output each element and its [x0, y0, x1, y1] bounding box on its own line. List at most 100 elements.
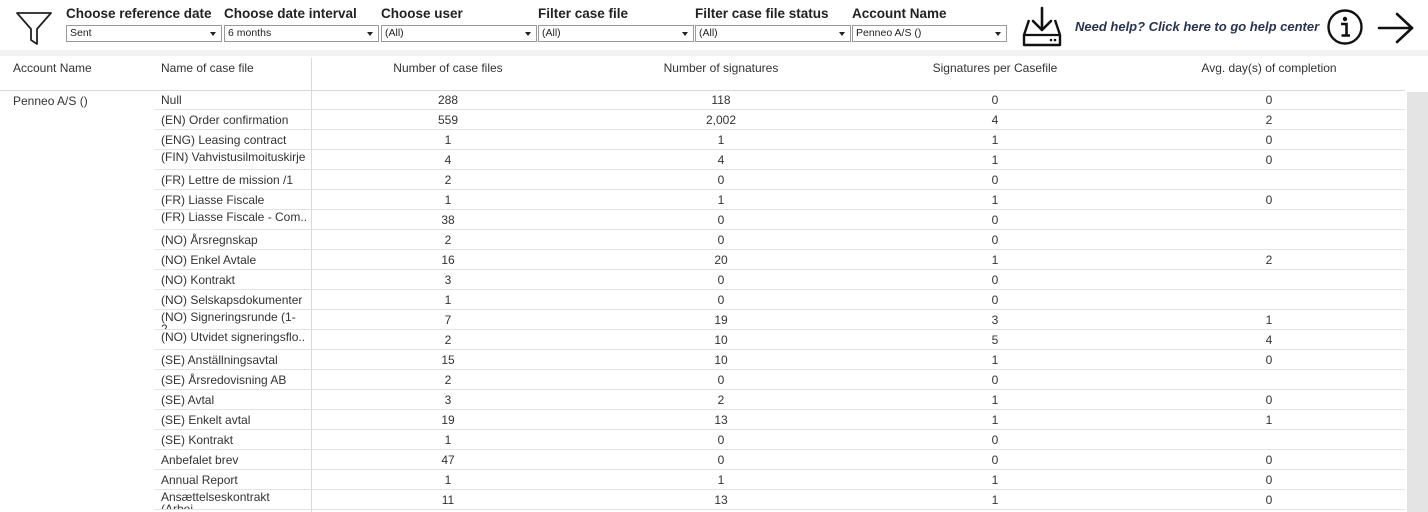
table-row[interactable]: (ENG) Leasing contract 1 1 1 0: [0, 130, 1405, 150]
signatures-per-casefile-cell: 1: [991, 193, 999, 207]
signatures-per-casefile-cell: 0: [991, 93, 999, 107]
signatures-count-cell: 10: [714, 333, 728, 347]
info-circle-icon[interactable]: [1326, 8, 1364, 46]
case-file-control: Filter case file (All): [538, 5, 694, 42]
avg-days-completion-cell: [1132, 210, 1406, 230]
arrow-right-icon[interactable]: [1376, 11, 1416, 45]
avg-days-completion-cell: 1: [1265, 413, 1273, 427]
chevron-down-icon: [682, 32, 688, 36]
case-file-label: Filter case file: [538, 6, 629, 21]
table-row[interactable]: Anbefalet brev 47 0 0 0: [0, 450, 1405, 470]
user-value: (All): [385, 27, 404, 39]
table-row[interactable]: (FR) Liasse Fiscale - Com.. 38 0 0: [0, 210, 1405, 230]
case-files-count-cell: 1: [444, 193, 452, 207]
case-files-count-cell: 7: [444, 313, 452, 327]
reference-date-value: Sent: [70, 27, 92, 39]
signatures-count-cell: 0: [717, 173, 725, 187]
avg-days-completion-cell: 0: [1265, 393, 1273, 407]
table-row[interactable]: Null 288 118 0 0: [0, 90, 1405, 110]
signatures-count-cell: 1: [717, 193, 725, 207]
header-avg-days-completion[interactable]: Avg. day(s) of completion: [1132, 58, 1406, 91]
avg-days-completion-cell: [1132, 170, 1406, 190]
account-name-select[interactable]: Penneo A/S (): [852, 25, 1007, 42]
signatures-count-cell: 0: [717, 433, 725, 447]
case-file-name-cell: (EN) Order confirmation: [161, 113, 289, 127]
table-row[interactable]: (SE) Enkelt avtal 19 13 1 1: [0, 410, 1405, 430]
date-interval-select[interactable]: 6 months: [224, 25, 379, 42]
filter-funnel-icon[interactable]: [14, 8, 54, 48]
table-row[interactable]: (NO) Enkel Avtale 16 20 1 2: [0, 250, 1405, 270]
case-file-name-cell: (FR) Lettre de mission /1: [161, 173, 294, 187]
download-tray-icon[interactable]: [1020, 5, 1064, 49]
table-row[interactable]: (NO) Signeringsrunde (1-2.. 7 19 3 1: [0, 310, 1405, 330]
help-center-link[interactable]: Need help? Click here to go help center: [1075, 19, 1319, 34]
table-row[interactable]: Ansættelseskontrakt (Arbej.. 11 13 1 0: [0, 490, 1405, 510]
case-files-count-cell: 47: [441, 453, 455, 467]
table-row[interactable]: Annual Report 1 1 1 0: [0, 470, 1405, 490]
account-name-control: Account Name Penneo A/S (): [852, 5, 1007, 42]
header-signatures-per-casefile[interactable]: Signatures per Casefile: [858, 58, 1132, 91]
signatures-count-cell: 2,002: [705, 113, 737, 127]
case-file-name-cell: Annual Report: [161, 473, 238, 487]
table-row[interactable]: (SE) Kontrakt 1 0 0: [0, 430, 1405, 450]
avg-days-completion-cell: 0: [1265, 193, 1273, 207]
table-row[interactable]: (NO) Utvidet signeringsflo.. 2 10 5 4: [0, 330, 1405, 350]
scrollbar-thumb[interactable]: [1407, 92, 1428, 512]
signatures-per-casefile-cell: 1: [991, 133, 999, 147]
case-files-count-cell: 15: [441, 353, 455, 367]
avg-days-completion-cell: 0: [1265, 353, 1273, 367]
signatures-count-cell: 2: [717, 393, 725, 407]
case-files-count-cell: 2: [444, 173, 452, 187]
case-files-count-cell: 1: [444, 133, 452, 147]
table-row[interactable]: (SE) Avtal 3 2 1 0: [0, 390, 1405, 410]
table-row[interactable]: (NO) Selskapsdokumenter 1 0 0: [0, 290, 1405, 310]
table-row[interactable]: (FIN) Vahvistusilmoituskirje 4 4 1 0: [0, 150, 1405, 170]
chevron-down-icon: [210, 32, 216, 36]
account-name-value: Penneo A/S (): [856, 27, 922, 39]
case-file-name-cell: (FR) Liasse Fiscale: [161, 193, 265, 207]
case-files-count-cell: 1: [444, 293, 452, 307]
chevron-down-icon: [367, 32, 373, 36]
case-file-name-cell: Anbefalet brev: [161, 453, 239, 467]
signatures-per-casefile-cell: 4: [991, 113, 999, 127]
signatures-count-cell: 1: [717, 473, 725, 487]
signatures-per-casefile-cell: 1: [991, 153, 999, 167]
case-file-name-cell: (SE) Årsredovisning AB: [161, 373, 287, 387]
table-row[interactable]: (SE) Anställningsavtal 15 10 1 0: [0, 350, 1405, 370]
header-case-file-name[interactable]: Name of case file: [161, 58, 254, 91]
signatures-per-casefile-cell: 0: [991, 173, 999, 187]
signatures-per-casefile-cell: 0: [991, 213, 999, 227]
table-row[interactable]: (FR) Liasse Fiscale 1 1 1 0: [0, 190, 1405, 210]
avg-days-completion-cell: 0: [1265, 493, 1273, 507]
date-interval-value: 6 months: [228, 27, 272, 39]
case-file-name-cell: Ansættelseskontrakt (Arbej..: [161, 490, 270, 510]
reference-date-label: Choose reference date: [66, 6, 212, 21]
case-file-status-select[interactable]: (All): [695, 25, 851, 42]
table-row[interactable]: (SE) Årsredovisning AB 2 0 0: [0, 370, 1405, 390]
table-row[interactable]: (FR) Lettre de mission /1 2 0 0: [0, 170, 1405, 190]
case-file-name-cell: (NO) Signeringsrunde (1-2..: [161, 310, 296, 330]
case-files-count-cell: 559: [437, 113, 459, 127]
avg-days-completion-cell: 2: [1265, 113, 1273, 127]
table-body: Null 288 118 0 0 (EN) Order confirmation 559 2,…: [0, 90, 1405, 510]
avg-days-completion-cell: 0: [1265, 473, 1273, 487]
header-account-name[interactable]: Account Name: [13, 58, 92, 91]
case-files-count-cell: 3: [444, 393, 452, 407]
user-select[interactable]: (All): [381, 25, 537, 42]
avg-days-completion-cell: 1: [1265, 313, 1273, 327]
case-file-name-cell: (ENG) Leasing contract: [161, 133, 287, 147]
avg-days-completion-cell: 4: [1265, 333, 1273, 347]
reference-date-select[interactable]: Sent: [66, 25, 222, 42]
table-row[interactable]: (EN) Order confirmation 559 2,002 4 2: [0, 110, 1405, 130]
signatures-count-cell: 0: [717, 453, 725, 467]
filter-toolbar: Choose reference date Sent Choose date i…: [0, 0, 1428, 56]
header-number-of-case-files[interactable]: Number of case files: [312, 58, 584, 91]
header-number-of-signatures[interactable]: Number of signatures: [584, 58, 858, 91]
signatures-per-casefile-cell: 0: [991, 433, 999, 447]
case-files-count-cell: 19: [441, 413, 455, 427]
user-label: Choose user: [381, 6, 463, 21]
case-file-select[interactable]: (All): [538, 25, 694, 42]
table-row[interactable]: (NO) Kontrakt 3 0 0: [0, 270, 1405, 290]
table-row[interactable]: (NO) Årsregnskap 2 0 0: [0, 230, 1405, 250]
avg-days-completion-cell: 0: [1265, 133, 1273, 147]
